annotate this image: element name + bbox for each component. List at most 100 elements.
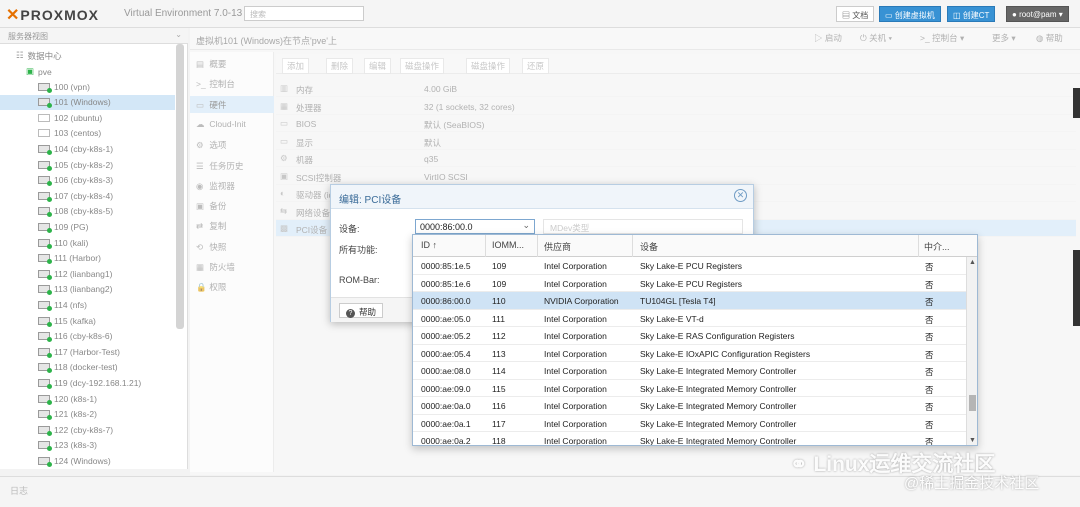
cell-device: Sky Lake-E PCU Registers <box>640 261 743 271</box>
search-input[interactable]: 搜索 <box>244 6 364 21</box>
cell-vendor: NVIDIA Corporation <box>544 296 619 306</box>
tree-item-vm[interactable]: 106 (cby-k8s-3) <box>38 173 113 188</box>
chevron-down-icon: ⌄ <box>522 220 530 230</box>
tree-item-label: 111 (Harbor) <box>54 253 101 264</box>
table-row[interactable]: 0000:ae:05.4 113 Intel Corporation Sky Lake… <box>413 345 966 362</box>
user-menu-button[interactable]: ● root@pam ▾ <box>1006 6 1069 22</box>
tree-item-vm[interactable]: 119 (dcy-192.168.1.21) <box>38 375 141 390</box>
grid-scrollbar[interactable]: ▲ ▼ <box>966 257 977 445</box>
tree-item-vm[interactable]: 117 (Harbor-Test) <box>38 344 120 359</box>
column-header-iommu[interactable]: IOMM... <box>492 240 524 250</box>
tree-item-vm[interactable]: 120 (k8s-1) <box>38 391 97 406</box>
tree-item-vm[interactable]: 112 (lianbang1) <box>38 266 112 281</box>
cell-vendor: Intel Corporation <box>544 436 607 446</box>
vm-running-icon <box>38 254 52 265</box>
cell-device: Sky Lake-E Integrated Memory Controller <box>640 366 797 376</box>
mdev-type-select[interactable]: MDev类型 <box>543 219 743 234</box>
tree-item-vm[interactable]: 102 (ubuntu) <box>38 110 102 125</box>
cell-vendor: Intel Corporation <box>544 383 607 394</box>
cell-iommu: 115 <box>492 383 506 394</box>
cell-iommu: 109 <box>492 261 507 271</box>
vm-running-icon <box>38 347 52 358</box>
table-row[interactable]: 0000:85:1e.5 109 Intel Corporation Sky Lake… <box>413 257 966 275</box>
resource-tree: ☷ 数据中心 ▣ pve 100 (vpn) 101 (Windows) 102 (ub… <box>0 44 188 469</box>
vm-template-icon <box>38 129 50 138</box>
scroll-thumb[interactable] <box>969 395 976 411</box>
table-row[interactable]: 0000:86:00.0 110 NVIDIA Corporation TU104GL… <box>413 292 966 310</box>
table-row[interactable]: 0000:ae:05.0 111 Intel Corporation Sky Lake… <box>413 310 966 327</box>
documentation-button[interactable]: ▤ 文档 <box>836 6 875 22</box>
cell-vendor: Intel Corporation <box>544 366 607 376</box>
table-row[interactable]: 0000:ae:09.0 115 Intel Corporation Sky Lake… <box>413 380 966 397</box>
vm-running-icon <box>38 207 52 218</box>
column-header-vendor[interactable]: 供应商 <box>544 240 571 253</box>
tree-item-vm[interactable]: 116 (cby-k8s-6) <box>38 329 112 344</box>
side-panel-handle[interactable] <box>1073 250 1080 326</box>
side-panel-handle[interactable] <box>1073 88 1080 118</box>
vm-running-icon <box>38 363 52 374</box>
vm-running-icon <box>38 176 52 187</box>
tree-item-label: 120 (k8s-1) <box>54 393 97 404</box>
user-icon: ● <box>1012 10 1020 19</box>
tree-scrollbar[interactable] <box>176 44 184 329</box>
cell-vendor: Intel Corporation <box>544 331 607 341</box>
tree-item-vm[interactable]: 103 (centos) <box>38 126 101 141</box>
cell-vendor: Intel Corporation <box>544 418 607 429</box>
cell-device: Sky Lake-E Integrated Memory Controller <box>640 436 797 446</box>
cell-id: 0000:ae:0a.2 <box>421 436 471 446</box>
create-vm-button[interactable]: ▭ 创建虚拟机 <box>879 6 941 22</box>
tree-item-vm[interactable]: 101 (Windows) <box>0 94 175 110</box>
table-row[interactable]: 0000:ae:05.2 112 Intel Corporation Sky Lake… <box>413 327 966 345</box>
help-button[interactable]: ? 帮助 <box>339 303 384 318</box>
column-header-id[interactable]: ID ↑ <box>421 240 437 250</box>
cell-vendor: Intel Corporation <box>544 278 607 289</box>
tree-item-vm[interactable]: 108 (cby-k8s-5) <box>38 204 113 219</box>
device-select[interactable]: 0000:86:00.0 ⌄ <box>415 219 535 234</box>
tree-item-vm[interactable]: 109 (PG) <box>38 219 89 234</box>
column-header-mdev[interactable]: 中介... <box>924 240 950 253</box>
create-ct-button[interactable]: ◫ 创建CT <box>947 6 996 22</box>
tree-item-vm[interactable]: 110 (kali) <box>38 235 88 250</box>
column-header-device[interactable]: 设备 <box>640 240 658 253</box>
tree-item-vm[interactable]: 122 (cby-k8s-7) <box>38 422 113 437</box>
close-icon[interactable]: ✕ <box>734 189 747 202</box>
tree-item-vm[interactable]: 115 (kafka) <box>38 313 96 328</box>
tree-item-vm[interactable]: 100 (vpn) <box>38 79 90 94</box>
tree-item-vm[interactable]: 111 (Harbor) <box>38 251 101 266</box>
cell-mdev: 否 <box>925 367 934 377</box>
device-label: 设备: <box>339 224 360 234</box>
cell-vendor: Intel Corporation <box>544 261 607 271</box>
cell-id: 0000:ae:0a.0 <box>421 401 471 411</box>
cell-mdev: 否 <box>925 419 934 430</box>
tree-item-vm[interactable]: 105 (cby-k8s-2) <box>38 157 113 172</box>
table-row[interactable]: 0000:ae:0a.0 116 Intel Corporation Sky Lake… <box>413 397 966 415</box>
tree-item-datacenter[interactable]: ☷ 数据中心 <box>16 48 62 63</box>
dialog-header: 编辑: PCI设备 ✕ <box>331 185 753 209</box>
tree-item-vm[interactable]: 113 (lianbang2) <box>38 282 112 297</box>
table-row[interactable]: 0000:ae:0a.1 117 Intel Corporation Sky Lake… <box>413 415 966 432</box>
tree-item-vm[interactable]: 104 (cby-k8s-1) <box>38 141 113 156</box>
table-row[interactable]: 0000:ae:08.0 114 Intel Corporation Sky Lake… <box>413 362 966 380</box>
tree-item-vm[interactable]: 124 (Windows) <box>38 453 111 468</box>
cell-mdev: 否 <box>925 279 934 290</box>
scroll-up-icon[interactable]: ▲ <box>969 259 976 266</box>
scroll-down-icon[interactable]: ▼ <box>969 437 976 444</box>
tree-item-label: 116 (cby-k8s-6) <box>54 331 113 342</box>
tree-item-vm[interactable]: 107 (cby-k8s-4) <box>38 188 113 203</box>
table-row[interactable]: 0000:85:1e.6 109 Intel Corporation Sky Lake… <box>413 275 966 292</box>
server-view-selector[interactable]: 服务器视图 ⌄ <box>0 28 188 44</box>
tree-item-vm[interactable]: 121 (k8s-2) <box>38 407 97 422</box>
tree-item-vm[interactable]: 123 (k8s-3) <box>38 438 97 453</box>
vm-running-icon <box>38 191 52 202</box>
cell-id: 0000:85:1e.5 <box>421 261 471 271</box>
table-row[interactable]: 0000:ae:0a.2 118 Intel Corporation Sky Lake… <box>413 432 966 446</box>
datacenter-icon: ☷ <box>16 50 24 60</box>
tree-item-node[interactable]: ▣ pve <box>26 64 52 79</box>
tree-item-vm[interactable]: 114 (nfs) <box>38 297 87 312</box>
tree-item-label: 110 (kali) <box>54 237 89 248</box>
cell-iommu: 109 <box>492 278 507 289</box>
tree-item-label: 113 (lianbang2) <box>54 284 113 295</box>
cell-iommu: 114 <box>492 366 506 376</box>
all-functions-label: 所有功能: <box>339 245 378 255</box>
tree-item-vm[interactable]: 118 (docker-test) <box>38 360 118 375</box>
